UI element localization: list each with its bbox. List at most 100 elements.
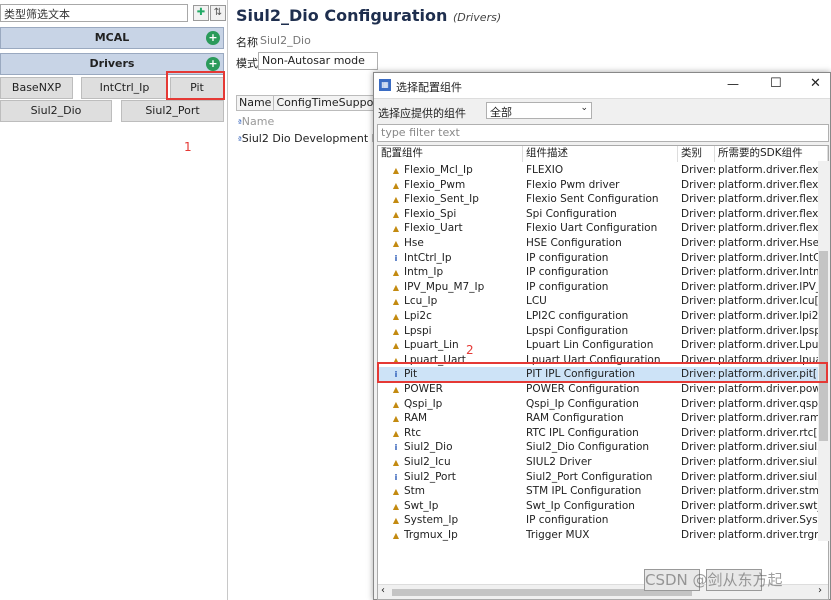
scroll-right-icon[interactable]: › [818,585,822,596]
list-item[interactable]: ▲ Swt_Ip Swt_Ip Configuration Driversplatfo… [378,499,828,514]
cell-cat: Drivers [681,412,715,425]
name-filter-placeholder[interactable]: ªName [238,115,274,128]
component-icon: ▲ [392,282,400,292]
cell-cat: Drivers [681,207,715,220]
col-category[interactable]: 类别 [678,146,715,162]
list-item[interactable]: ▲ System_Ip IP configuration Driversplatfor… [378,513,828,528]
list-item[interactable]: ▲ Trgmux_Ip Trigger MUX Driversplatform.dri… [378,528,828,543]
list-item[interactable]: ▲ Hse HSE Configuration Driversplatform.dri… [378,236,828,251]
list-item[interactable]: ▲ Intm_Ip IP configuration Driversplatform.… [378,265,828,280]
cell-name: System_Ip [404,514,459,527]
cell-desc: Flexio Pwm driver [526,178,620,191]
component-panel: 类型筛选文本 ✚ ⇅ MCAL + Drivers + BaseNXP IntC… [0,0,228,600]
cell-desc: Flexio Sent Configuration [526,193,659,206]
list-item[interactable]: ▲ Flexio_Mcl_Ip FLEXIO Driversplatform.driv… [378,163,828,178]
list-item[interactable]: ▲ Qspi_Ip Qspi_Ip Configuration Driversplat… [378,397,828,412]
close-icon[interactable]: ✕ [810,76,821,91]
cell-sdk: platform.driver.IntCtrl [718,251,826,264]
component-icon: ▲ [392,531,400,540]
cell-sdk: platform.driver.siul2_p [718,470,826,483]
module-siul2-dio[interactable]: Siul2_Dio [0,100,112,122]
cell-sdk: platform.driver.flexio_ [718,222,826,235]
cell-cat: Drivers [681,529,715,541]
list-item[interactable]: ▲ Flexio_Sent_Ip Flexio Sent Configuration… [378,192,828,207]
config-table-row[interactable]: ªSiul2 Dio Development Erro [238,132,374,145]
list-item[interactable]: ▲ Flexio_Spi Spi Configuration Driversplatf… [378,207,828,222]
list-item[interactable]: ▲ Lpi2c LPI2C configuration Driversplatform… [378,309,828,324]
list-item[interactable]: ▲ Stm STM IPL Configuration Driversplatform… [378,484,828,499]
minimize-icon[interactable]: — [727,77,739,91]
dialog-filter-input[interactable]: type filter text [377,124,829,142]
list-item[interactable]: ▲ Lpspi Lpspi Configuration Driversplatform… [378,324,828,339]
cell-sdk: platform.driver.lpi2c[ [718,310,826,322]
col-configtimesupport[interactable]: ConfigTimeSupport [274,96,375,110]
cell-desc: HSE Configuration [526,237,622,249]
cell-desc: LCU [526,295,547,308]
list-item[interactable]: ▲ IPV_Mpu_M7_Ip IP configuration Driverspla… [378,280,828,295]
col-description[interactable]: 组件描述 [523,146,678,162]
module-basenxp[interactable]: BaseNXP [0,77,73,99]
maximize-icon[interactable]: ☐ [770,76,782,91]
cell-desc: Lpspi Configuration [526,324,629,337]
col-sdk[interactable]: 所需要的SDK组件 [715,146,828,162]
component-icon: ▲ [392,399,400,409]
cell-name: Qspi_Ip [404,397,443,410]
cell-cat: Drivers [681,222,715,235]
list-item[interactable]: ▲ Flexio_Uart Flexio Uart Configuration Dri… [378,221,828,236]
cell-name: Flexio_Pwm [404,178,466,191]
app-icon: ▦ [379,79,391,91]
cell-cat: Drivers [681,499,715,512]
cell-desc: SIUL2 Driver [526,456,592,468]
cell-name: Lpspi [404,324,432,337]
cell-name: Flexio_Spi [404,207,457,220]
vertical-scroll-thumb[interactable] [819,251,828,441]
cell-cat: Drivers [681,295,715,308]
cell-sdk: platform.driver.flexio_ [718,164,826,176]
list-item[interactable]: i Siul2_Dio Siul2_Dio Configuration Drivers… [378,440,828,455]
cell-desc: Swt_Ip Configuration [526,499,635,512]
vertical-scrollbar[interactable] [818,161,829,541]
type-filter-input[interactable]: 类型筛选文本 [0,4,188,22]
list-item[interactable]: i Siul2_Port Siul2_Port Configuration Drive… [378,470,828,485]
list-item[interactable]: ▲ Lcu_Ip LCU Driversplatform.driver.lcu[1.0 [378,294,828,309]
section-mcal[interactable]: MCAL + [0,27,224,49]
sort-icon[interactable]: ⇅ [210,5,226,21]
cell-cat: Drivers [681,164,715,176]
list-item[interactable]: ▲ Flexio_Pwm Flexio Pwm driver Driversplatf… [378,178,828,193]
list-item[interactable]: ▲ Lpuart_Lin Lpuart Lin Configuration Drive… [378,338,828,353]
cell-desc: IP configuration [526,280,609,293]
cell-sdk: platform.driver.siul2_c [718,441,826,454]
module-intctrl-ip[interactable]: IntCtrl_Ip [81,77,168,99]
list-item[interactable]: ▲ POWER POWER Configuration Driversplatform… [378,382,828,397]
select-component-dialog: ▦ 选择配置组件 — ☐ ✕ 选择应提供的组件 全部 ⌄ type filter… [373,72,831,600]
module-siul2-port[interactable]: Siul2_Port [121,100,224,122]
list-item[interactable]: ▲ Rtc RTC IPL Configuration Driversplatform… [378,426,828,441]
cell-name: Trgmux_Ip [404,529,458,541]
name-value: Siul2_Dio [260,34,311,47]
mode-select[interactable]: Non-Autosar mode [258,52,378,70]
cell-name: Hse [404,237,424,249]
list-item[interactable]: i IntCtrl_Ip IP configuration Driversplatfo… [378,251,828,266]
add-drivers-icon[interactable]: + [206,57,220,71]
config-table-header: NameConfigTimeSupportD [236,95,376,111]
col-component[interactable]: 配置组件 [378,146,523,162]
cell-sdk: platform.driver.Syster [718,514,826,527]
cell-sdk: platform.driver.Intm_I [718,266,826,279]
scroll-left-icon[interactable]: ‹ [381,585,385,596]
provider-select-value: 全部 [490,106,512,119]
list-item[interactable]: ▲ RAM RAM Configuration Driversplatform.dri… [378,411,828,426]
cell-cat: Drivers [681,383,715,395]
cell-desc: STM IPL Configuration [526,485,642,498]
cell-name: Flexio_Mcl_Ip [404,164,473,176]
add-component-icon[interactable]: ✚ [193,5,209,21]
add-mcal-icon[interactable]: + [206,31,220,45]
col-name[interactable]: Name [237,96,275,110]
component-icon: ▲ [392,180,400,190]
provider-select[interactable]: 全部 ⌄ [486,102,592,119]
cell-cat: Drivers [681,456,715,468]
cell-cat: Drivers [681,470,715,483]
cell-cat: Drivers [681,324,715,337]
page-title-text: Siul2_Dio Configuration [236,6,448,25]
page-title-sub: (Drivers) [452,11,502,24]
list-item[interactable]: ▲ Siul2_Icu SIUL2 Driver Driversplatform.dr… [378,455,828,470]
